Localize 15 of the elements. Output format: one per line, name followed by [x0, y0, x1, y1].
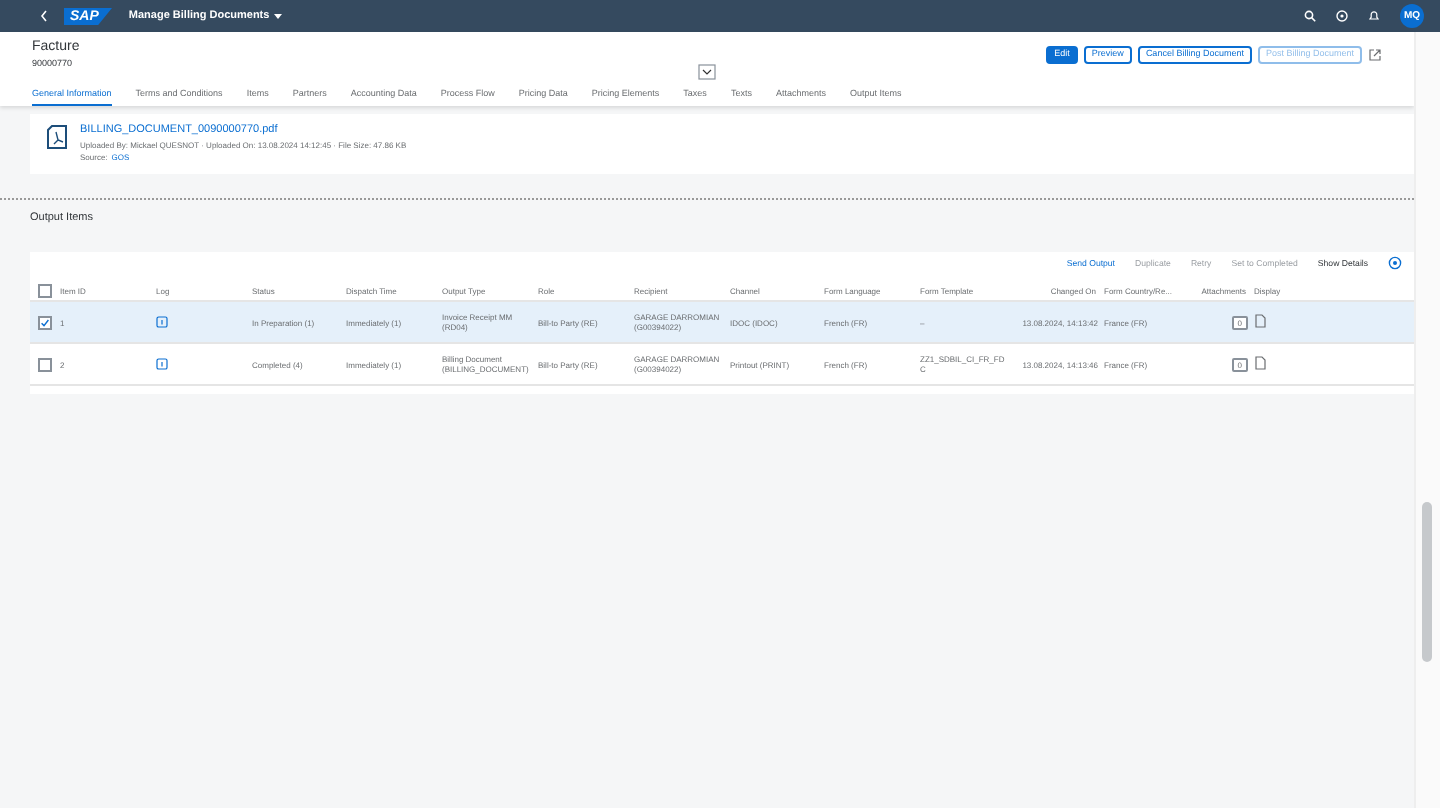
pdf-file-icon[interactable] [46, 124, 68, 150]
caret-icon [273, 13, 282, 19]
back-icon[interactable] [40, 10, 48, 22]
scrollbar-thumb[interactable] [1422, 502, 1432, 662]
row-checkbox[interactable] [38, 357, 52, 371]
share-icon[interactable] [1368, 47, 1382, 61]
collapse-icon[interactable] [698, 64, 716, 80]
document-icon[interactable] [1254, 356, 1266, 370]
log-icon[interactable] [156, 315, 168, 327]
bell-icon[interactable] [1368, 10, 1380, 22]
select-all-checkbox[interactable] [38, 283, 52, 297]
log-icon[interactable] [156, 357, 168, 369]
document-icon[interactable] [1254, 314, 1266, 328]
row-checkbox[interactable] [38, 315, 52, 329]
search-icon[interactable] [1304, 10, 1316, 22]
